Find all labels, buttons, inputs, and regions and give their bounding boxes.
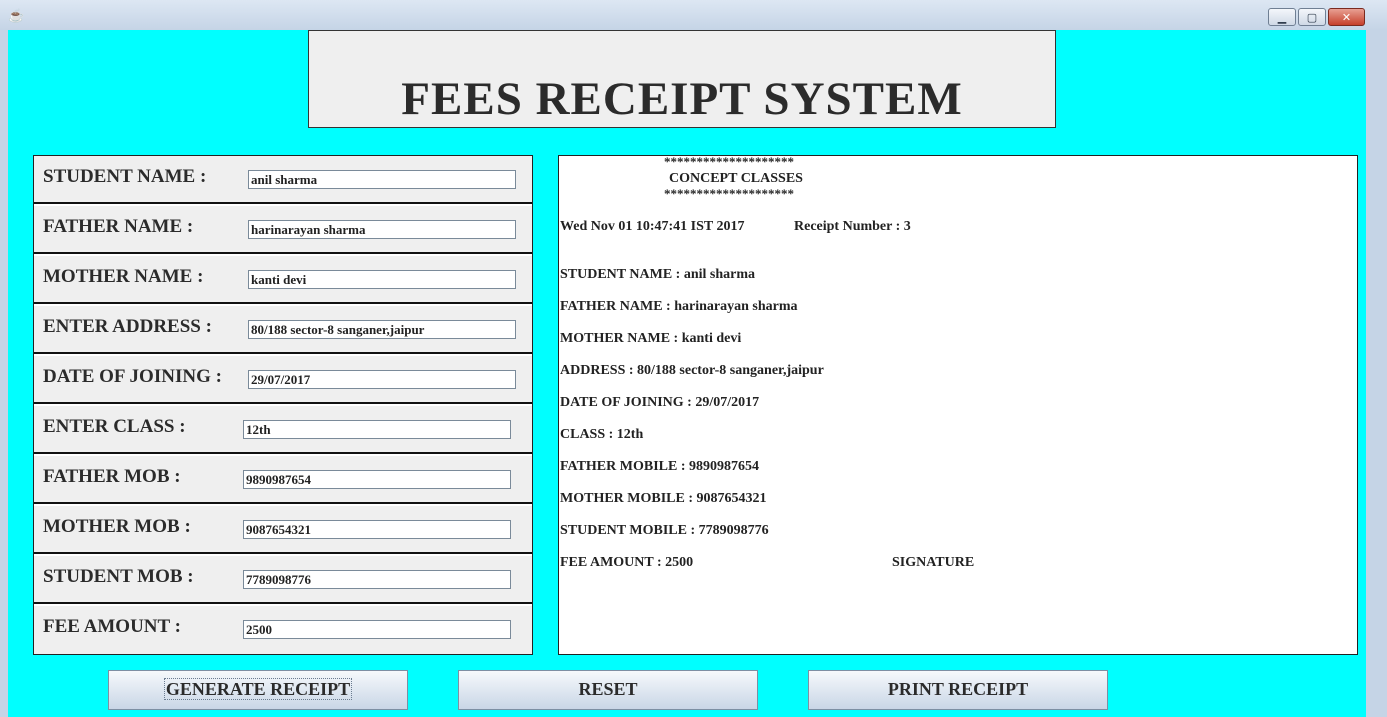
class-label: ENTER CLASS : bbox=[43, 416, 186, 437]
form-row-address: ENTER ADDRESS : bbox=[34, 306, 532, 354]
form-row-fee-amount: FEE AMOUNT : bbox=[34, 606, 532, 654]
father-name-input[interactable] bbox=[248, 220, 516, 239]
receipt-fee-amount: FEE AMOUNT : 2500 bbox=[560, 555, 694, 570]
receipt-line-mother-mobile: MOTHER MOBILE : 9087654321 bbox=[560, 491, 767, 506]
fee-amount-label: FEE AMOUNT : bbox=[43, 616, 181, 637]
father-name-label: FATHER NAME : bbox=[43, 216, 194, 237]
generate-receipt-button[interactable]: GENERATE RECEIPT bbox=[108, 670, 408, 710]
fee-amount-input[interactable] bbox=[243, 620, 511, 639]
receipt-line-student-mobile: STUDENT MOBILE : 7789098776 bbox=[560, 523, 769, 538]
form-row-father-mob: FATHER MOB : bbox=[34, 456, 532, 504]
date-of-joining-label: DATE OF JOINING : bbox=[43, 366, 222, 387]
content-pane: FEES RECEIPT SYSTEM STUDENT NAME : FATHE… bbox=[8, 30, 1366, 717]
form-row-class: ENTER CLASS : bbox=[34, 406, 532, 454]
form-row-father-name: FATHER NAME : bbox=[34, 206, 532, 254]
window-titlebar: ☕ ▁ ▢ ✕ bbox=[0, 0, 1387, 30]
receipt-text-area[interactable]: ******************** CONCEPT CLASSES ***… bbox=[558, 154, 1358, 655]
java-app-icon: ☕ bbox=[8, 8, 25, 23]
father-mob-label: FATHER MOB : bbox=[43, 466, 181, 487]
reset-button[interactable]: RESET bbox=[458, 670, 758, 710]
receipt-stars-bottom: ******************** bbox=[664, 186, 794, 201]
receipt-line-father-name: FATHER NAME : harinarayan sharma bbox=[560, 299, 798, 314]
header-panel: FEES RECEIPT SYSTEM bbox=[308, 30, 1056, 128]
maximize-button[interactable]: ▢ bbox=[1298, 8, 1326, 26]
receipt-line-student-name: STUDENT NAME : anil sharma bbox=[560, 267, 755, 282]
date-of-joining-input[interactable] bbox=[248, 370, 516, 389]
student-form-panel: STUDENT NAME : FATHER NAME : MOTHER NAME… bbox=[33, 155, 533, 655]
address-label: ENTER ADDRESS : bbox=[43, 316, 212, 337]
form-row-date-of-joining: DATE OF JOINING : bbox=[34, 356, 532, 404]
window-frame-right bbox=[1366, 30, 1387, 717]
reset-label: RESET bbox=[578, 679, 638, 699]
student-mob-input[interactable] bbox=[243, 570, 511, 589]
receipt-datetime: Wed Nov 01 10:47:41 IST 2017 bbox=[560, 219, 745, 234]
form-row-student-name: STUDENT NAME : bbox=[34, 156, 532, 204]
student-mob-label: STUDENT MOB : bbox=[43, 566, 194, 587]
receipt-line-address: ADDRESS : 80/188 sector-8 sanganer,jaipu… bbox=[560, 363, 824, 378]
print-receipt-label: PRINT RECEIPT bbox=[887, 679, 1029, 699]
form-row-mother-name: MOTHER NAME : bbox=[34, 256, 532, 304]
address-input[interactable] bbox=[248, 320, 516, 339]
receipt-line-mother-name: MOTHER NAME : kanti devi bbox=[560, 331, 742, 346]
mother-name-label: MOTHER NAME : bbox=[43, 266, 204, 287]
minimize-button[interactable]: ▁ bbox=[1268, 8, 1296, 26]
window-frame-left bbox=[0, 30, 8, 717]
print-receipt-button[interactable]: PRINT RECEIPT bbox=[808, 670, 1108, 710]
generate-receipt-label: GENERATE RECEIPT bbox=[163, 678, 353, 700]
class-input[interactable] bbox=[243, 420, 511, 439]
receipt-signature: SIGNATURE bbox=[892, 555, 975, 570]
receipt-line-father-mobile: FATHER MOBILE : 9890987654 bbox=[560, 459, 759, 474]
page-title: FEES RECEIPT SYSTEM bbox=[401, 73, 963, 125]
form-row-student-mob: STUDENT MOB : bbox=[34, 556, 532, 604]
receipt-stars-top: ******************** bbox=[664, 154, 794, 169]
mother-mob-label: MOTHER MOB : bbox=[43, 516, 191, 537]
receipt-line-class: CLASS : 12th bbox=[560, 427, 644, 442]
student-name-label: STUDENT NAME : bbox=[43, 166, 207, 187]
mother-name-input[interactable] bbox=[248, 270, 516, 289]
student-name-input[interactable] bbox=[248, 170, 516, 189]
form-row-mother-mob: MOTHER MOB : bbox=[34, 506, 532, 554]
receipt-line-date-of-joining: DATE OF JOINING : 29/07/2017 bbox=[560, 395, 760, 410]
father-mob-input[interactable] bbox=[243, 470, 511, 489]
close-button[interactable]: ✕ bbox=[1328, 8, 1365, 26]
receipt-number: Receipt Number : 3 bbox=[794, 219, 911, 234]
receipt-institute-name: CONCEPT CLASSES bbox=[669, 171, 803, 186]
mother-mob-input[interactable] bbox=[243, 520, 511, 539]
